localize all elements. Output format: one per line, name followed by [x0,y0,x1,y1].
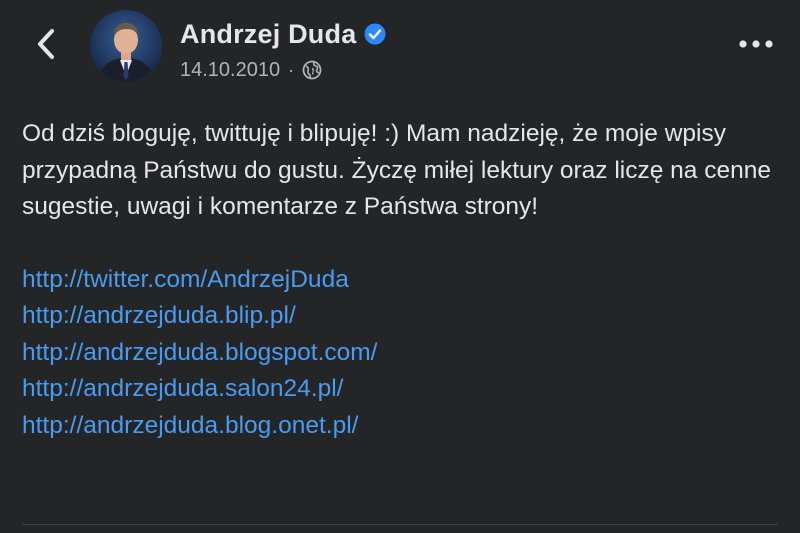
author-line: Andrzej Duda [180,16,386,52]
chevron-left-icon [38,29,54,59]
post-links: http://twitter.com/AndrzejDuda http://an… [22,262,782,445]
verified-badge-icon [364,23,386,45]
post-meta: 14.10.2010 · [180,56,322,84]
back-button[interactable] [26,24,66,64]
post-body: Od dziś bloguję, twittuję i blipuję! :) … [22,116,782,444]
post-link[interactable]: http://andrzejduda.blip.pl/ [22,298,782,335]
post-link[interactable]: http://andrzejduda.blogspot.com/ [22,335,782,372]
post-link[interactable]: http://andrzejduda.blog.onet.pl/ [22,408,782,445]
post-header: Andrzej Duda 14.10.2010 · [0,0,800,100]
profile-photo [90,10,162,82]
post-text: Od dziś bloguję, twittuję i blipuję! :) … [22,120,778,220]
post-link[interactable]: http://twitter.com/AndrzejDuda [22,262,782,299]
divider [22,524,778,525]
meta-separator: · [288,59,295,80]
more-options-button[interactable] [736,32,776,56]
author-name[interactable]: Andrzej Duda [180,19,356,50]
post-date[interactable]: 14.10.2010 [180,59,280,82]
more-horizontal-icon [739,40,773,48]
avatar[interactable] [90,10,162,82]
post-link[interactable]: http://andrzejduda.salon24.pl/ [22,371,782,408]
globe-icon[interactable] [302,60,322,80]
